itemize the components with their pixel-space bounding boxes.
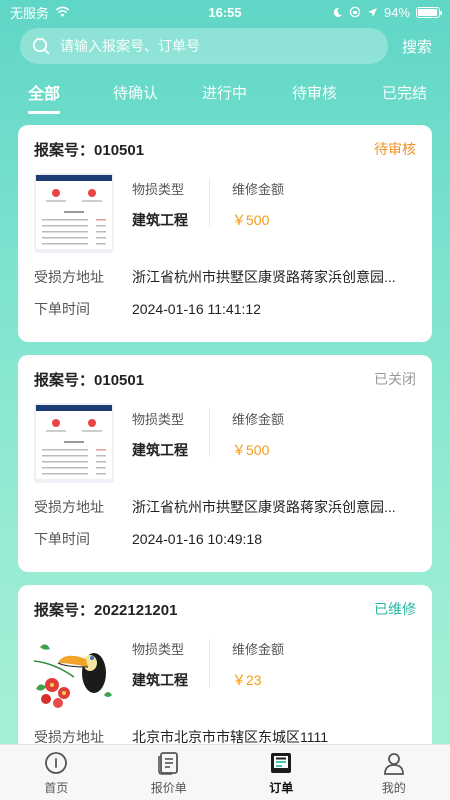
quote-icon	[157, 751, 178, 775]
address-label: 受损方地址	[34, 499, 104, 515]
tabbar-order-label: 订单	[269, 780, 294, 795]
repair-amount-label: 维修金额	[232, 412, 285, 427]
order-time-value: 2024-01-16 10:49:18	[132, 531, 262, 547]
damage-type-value: 建筑工程	[132, 212, 188, 228]
damage-type-label: 物损类型	[132, 182, 185, 197]
order-icon	[271, 752, 292, 773]
address-label: 受损方地址	[34, 269, 104, 285]
carrier-text: 无服务	[10, 5, 50, 21]
tabbar-home[interactable]: 首页	[0, 745, 113, 800]
tabbar-quote-label: 报价单	[150, 780, 187, 795]
battery-icon	[416, 6, 442, 18]
order-time-label: 下单时间	[34, 531, 90, 547]
damage-type-value: 建筑工程	[132, 442, 188, 458]
repair-amount-value: ￥500	[232, 442, 270, 458]
lock-rotation-icon	[349, 6, 361, 18]
damage-type-label: 物损类型	[132, 412, 185, 427]
tab-in-progress[interactable]: 进行中	[202, 82, 247, 103]
tab-all[interactable]: 全部	[28, 80, 60, 104]
order-card[interactable]: 报案号：010501 待审核 物损类型 建筑工程 维修金额 ￥500 受损方地址…	[18, 125, 432, 342]
toucan-image-icon	[34, 633, 114, 713]
tab-completed[interactable]: 已完结	[382, 82, 427, 103]
address-value: 浙江省杭州市拱墅区康贤路蒋家浜创意园...	[132, 499, 396, 515]
status-badge: 已维修	[374, 601, 416, 617]
case-number: 报案号：010501	[34, 371, 145, 389]
moon-icon	[333, 7, 342, 17]
tabbar-profile[interactable]: 我的	[338, 745, 450, 800]
bottom-tab-bar: 首页 报价单 订单 我的	[0, 744, 450, 800]
repair-amount-label: 维修金额	[232, 642, 285, 657]
status-left: 无服务	[10, 3, 70, 22]
tabbar-home-label: 首页	[44, 780, 69, 795]
document-thumbnail-icon	[34, 403, 114, 483]
search-input[interactable]	[60, 38, 360, 54]
location-icon	[367, 7, 377, 17]
status-tabs: 全部 待确认 进行中 待审核 已完结	[0, 74, 450, 110]
case-number: 报案号：2022121201	[34, 601, 178, 619]
damage-type-label: 物损类型	[132, 642, 185, 657]
status-badge: 待审核	[374, 141, 416, 157]
order-time-label: 下单时间	[34, 301, 90, 317]
order-thumbnail	[34, 633, 114, 713]
search-row: 搜索	[20, 28, 432, 64]
status-bar: 无服务 16:55 94%	[0, 0, 450, 24]
damage-type-value: 建筑工程	[132, 672, 188, 688]
tab-pending-review[interactable]: 待审核	[292, 82, 337, 103]
address-value: 浙江省杭州市拱墅区康贤路蒋家浜创意园...	[132, 269, 396, 285]
order-card[interactable]: 报案号：010501 已关闭 物损类型 建筑工程 维修金额 ￥500 受损方地址…	[18, 355, 432, 572]
repair-amount-value: ￥23	[232, 672, 262, 688]
clock: 16:55	[208, 4, 242, 20]
search-box[interactable]	[20, 28, 388, 64]
search-icon	[32, 37, 50, 55]
tabbar-quote[interactable]: 报价单	[113, 745, 226, 800]
order-list: 报案号：010501 待审核 物损类型 建筑工程 维修金额 ￥500 受损方地址…	[18, 125, 432, 800]
tabbar-order[interactable]: 订单	[225, 745, 338, 800]
status-right: 94%	[332, 4, 442, 20]
order-time-value: 2024-01-16 11:41:12	[132, 301, 261, 317]
case-number: 报案号：010501	[34, 141, 145, 159]
status-badge: 已关闭	[374, 371, 416, 387]
home-icon	[45, 751, 68, 774]
tab-pending-confirm[interactable]: 待确认	[113, 82, 158, 103]
repair-amount-value: ￥500	[232, 212, 270, 228]
order-thumbnail	[34, 173, 114, 253]
wifi-icon	[55, 6, 70, 17]
profile-icon	[383, 752, 404, 775]
tabbar-profile-label: 我的	[381, 780, 406, 795]
document-thumbnail-icon	[34, 173, 114, 253]
search-button[interactable]: 搜索	[402, 36, 432, 57]
battery-percent: 94%	[383, 4, 410, 20]
repair-amount-label: 维修金额	[232, 182, 285, 197]
order-thumbnail	[34, 403, 114, 483]
